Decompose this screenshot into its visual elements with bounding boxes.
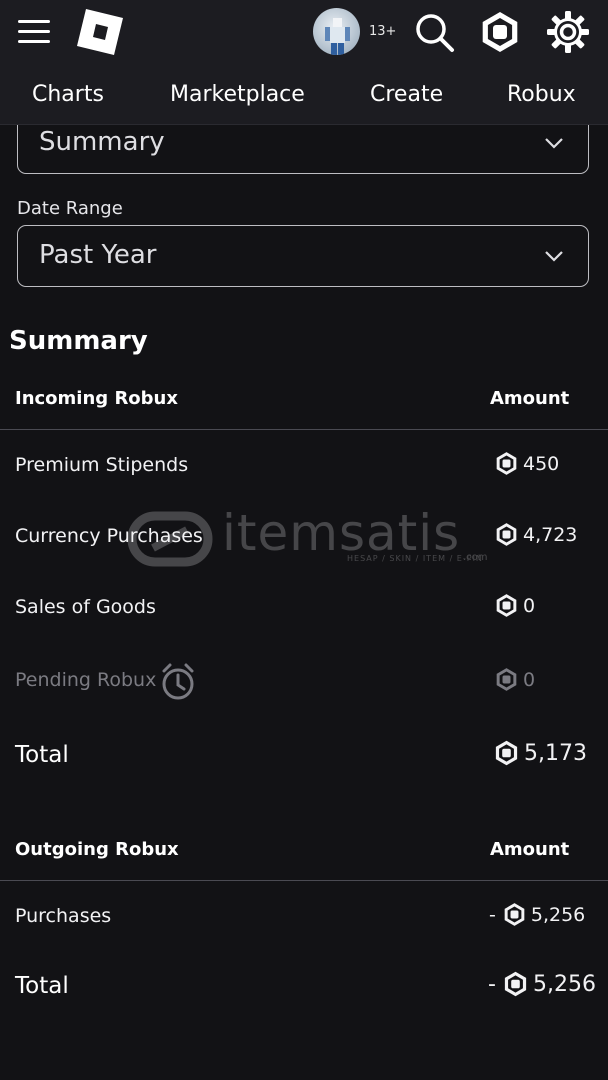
incoming-amount-header: Amount [490,388,570,409]
amount-currency-purchases: 4,723 [494,521,577,548]
amount-premium-stipends: 450 [494,450,559,477]
search-icon[interactable] [412,10,456,54]
robux-icon [496,668,517,691]
outgoing-total-amount: - 5,256 [488,969,596,999]
alarm-clock-icon [162,663,194,700]
incoming-total-label: Total [15,742,69,768]
transaction-type-value: Summary [39,127,165,157]
robux-icon [504,903,525,926]
hamburger-menu-icon[interactable] [18,20,50,44]
nav-create[interactable]: Create [370,82,443,107]
outgoing-robux-header: Outgoing Robux [15,839,179,860]
top-navigation-bar: 13+ Charts Marketplace Create Robux [0,0,608,125]
robux-icon [496,523,517,546]
amount-sales-of-goods: 0 [494,592,535,619]
incoming-total-amount: 5,173 [493,738,587,768]
robux-icon [504,971,527,997]
amount-purchases: - 5,256 [489,901,585,928]
row-label-sales-of-goods: Sales of Goods [15,596,156,618]
robux-icon [496,594,517,617]
nav-charts[interactable]: Charts [32,82,104,107]
date-range-select[interactable]: Past Year [17,225,589,287]
robux-icon [496,452,517,475]
amount-pending-robux: 0 [494,666,535,693]
outgoing-amount-header: Amount [490,839,570,860]
robux-icon[interactable] [478,10,522,54]
nav-marketplace[interactable]: Marketplace [170,82,305,107]
chevron-down-icon [545,138,563,149]
age-badge: 13+ [369,24,397,39]
date-range-value: Past Year [39,240,157,270]
nav-robux[interactable]: Robux [507,82,576,107]
row-label-currency-purchases: Currency Purchases [15,525,203,547]
divider [0,880,608,881]
avatar[interactable] [313,8,360,55]
chevron-down-icon [545,251,563,262]
summary-title: Summary [9,326,148,356]
roblox-logo-icon[interactable] [75,7,125,57]
row-label-premium-stipends: Premium Stipends [15,454,189,476]
divider [0,429,608,430]
row-label-pending-robux: Pending Robux [15,669,157,691]
date-range-label: Date Range [17,198,123,219]
gear-icon[interactable] [546,10,590,54]
incoming-robux-header: Incoming Robux [15,388,178,409]
outgoing-total-label: Total [15,973,69,999]
row-label-purchases: Purchases [15,905,112,927]
robux-icon [495,740,518,766]
